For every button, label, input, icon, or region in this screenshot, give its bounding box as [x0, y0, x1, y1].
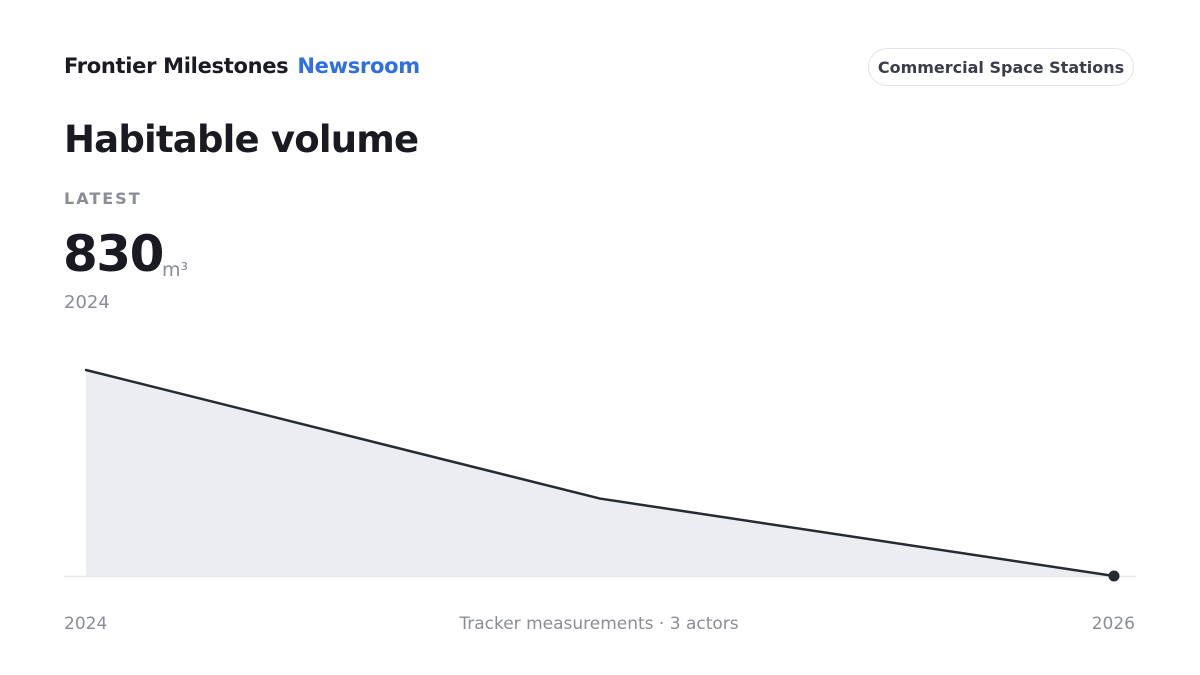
area-chart: [64, 368, 1136, 582]
chart-caption: Tracker measurements · 3 actors: [0, 614, 1200, 634]
x-axis-end-label: 2026: [1091, 614, 1135, 634]
chart-caption-text: Tracker measurements · 3 actors: [459, 614, 739, 634]
latest-point: [1108, 570, 1120, 582]
area-fill: [86, 370, 1114, 576]
